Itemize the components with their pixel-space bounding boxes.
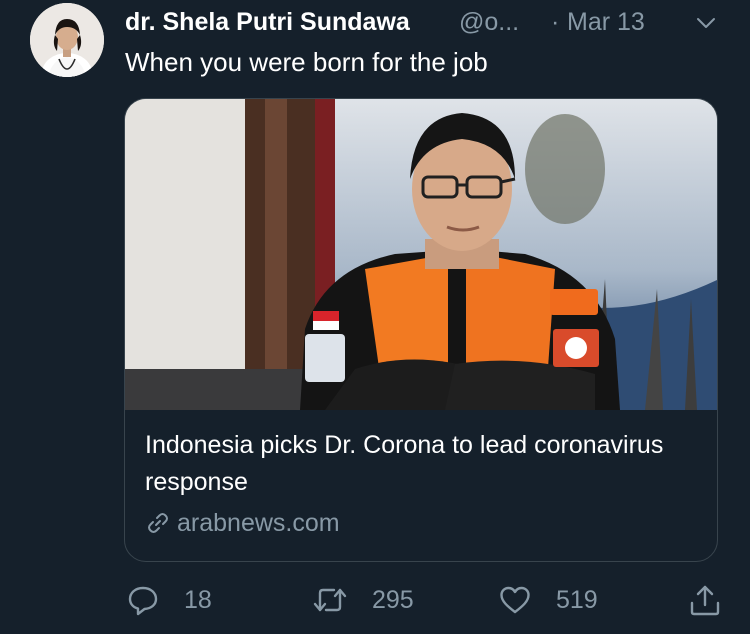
reply-button[interactable]: 18 [126,580,212,620]
reply-icon [128,586,158,616]
card-domain[interactable]: arabnews.com [145,507,340,539]
action-bar: 18 295 519 [124,580,724,620]
card-domain-label: arabnews.com [177,509,340,537]
share-icon [690,585,720,616]
heart-icon [500,586,530,614]
tweet[interactable]: dr. Shela Putri Sundawa @o... · Mar 13 W… [0,0,750,634]
tweet-header: dr. Shela Putri Sundawa @o... · Mar 13 [125,6,730,42]
reply-count: 18 [184,585,212,614]
author-handle[interactable]: @o... [459,6,519,38]
article-image[interactable] [125,99,717,410]
share-button[interactable] [688,580,722,620]
retweet-count: 295 [372,585,414,614]
tweet-text: When you were born for the job [125,47,488,77]
retweet-icon [313,588,347,612]
like-button[interactable]: 519 [498,580,598,620]
like-count: 519 [556,585,598,614]
header-separator: · [551,8,560,36]
link-card[interactable]: Indonesia picks Dr. Corona to lead coron… [124,98,718,562]
article-photo-icon [125,99,717,410]
card-title[interactable]: Indonesia picks Dr. Corona to lead coron… [145,427,685,501]
avatar-photo-icon [30,3,104,77]
tweet-date[interactable]: Mar 13 [567,6,645,38]
retweet-button[interactable]: 295 [312,580,414,620]
chevron-down-icon[interactable] [693,10,719,36]
author-display-name[interactable]: dr. Shela Putri Sundawa [125,6,410,38]
link-icon [145,510,171,536]
avatar[interactable] [30,3,104,77]
